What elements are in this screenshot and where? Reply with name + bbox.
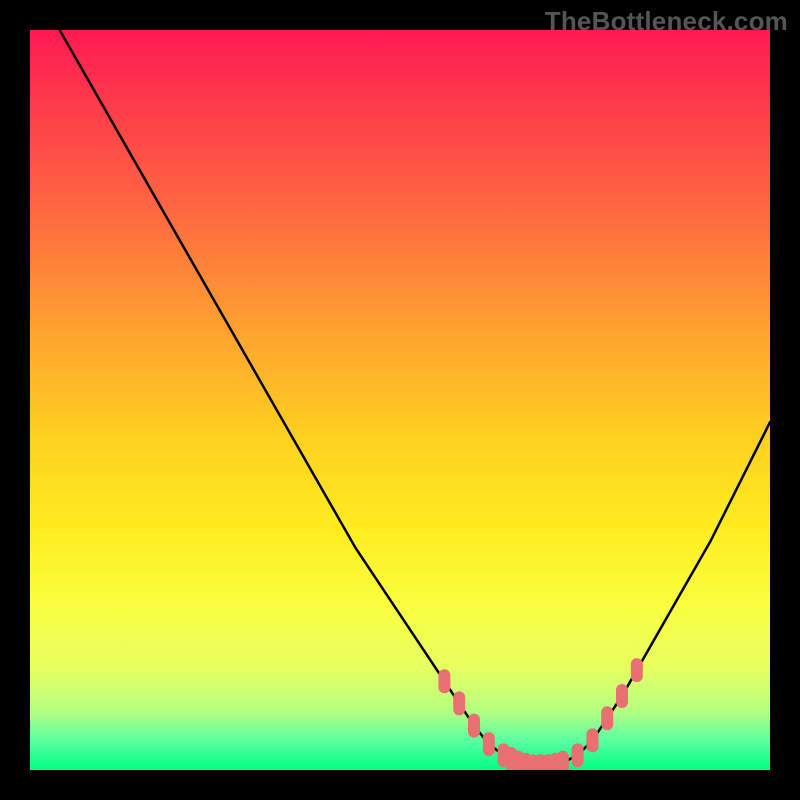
highlight-dot	[572, 743, 584, 767]
highlight-dot	[438, 669, 450, 693]
highlight-dot	[483, 732, 495, 756]
highlight-dots	[438, 658, 642, 770]
plot-svg	[30, 30, 770, 770]
highlight-dot	[616, 684, 628, 708]
highlight-dot	[631, 658, 643, 682]
curve-group	[60, 30, 770, 766]
highlight-dot	[586, 728, 598, 752]
highlight-dot	[601, 706, 613, 730]
plot-area	[30, 30, 770, 770]
highlight-dot	[468, 714, 480, 738]
highlight-dot	[557, 751, 569, 770]
chart-frame: TheBottleneck.com	[0, 0, 800, 800]
bottleneck-curve-path	[60, 30, 770, 766]
watermark-text: TheBottleneck.com	[545, 6, 788, 37]
highlight-dot	[453, 691, 465, 715]
